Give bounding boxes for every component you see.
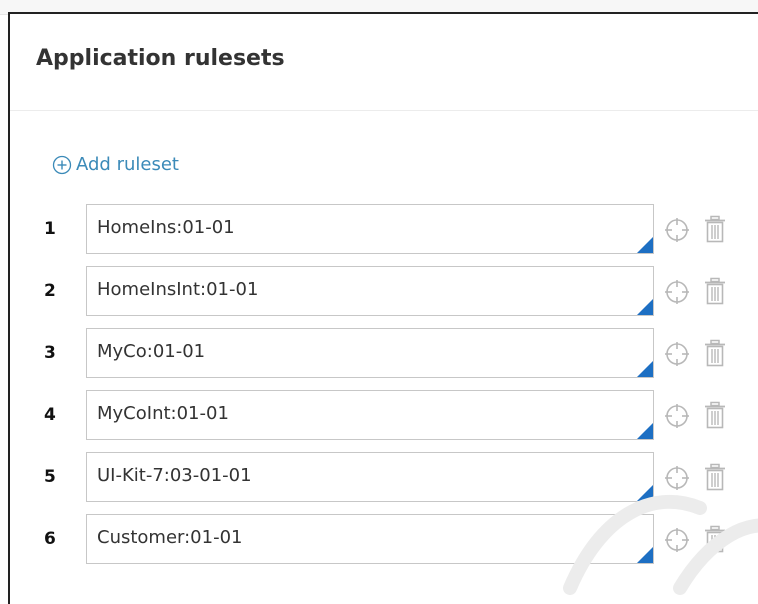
crosshair-icon[interactable] bbox=[664, 403, 690, 429]
dropdown-corner-icon[interactable] bbox=[637, 485, 653, 501]
dropdown-corner-icon[interactable] bbox=[637, 361, 653, 377]
ruleset-index: 1 bbox=[44, 219, 56, 239]
crosshair-icon[interactable] bbox=[664, 341, 690, 367]
ruleset-row: 5 UI-Kit-7:03-01-01 bbox=[44, 450, 744, 504]
ruleset-index: 4 bbox=[44, 405, 56, 425]
ruleset-value: MyCo:01-01 bbox=[97, 341, 206, 362]
ruleset-value: Customer:01-01 bbox=[97, 527, 243, 548]
ruleset-index: 3 bbox=[44, 343, 56, 363]
add-ruleset-button[interactable]: Add ruleset bbox=[52, 154, 179, 175]
trash-icon[interactable] bbox=[704, 277, 726, 305]
add-ruleset-label: Add ruleset bbox=[76, 154, 179, 175]
trash-icon[interactable] bbox=[704, 215, 726, 243]
crosshair-icon[interactable] bbox=[664, 465, 690, 491]
crosshair-icon[interactable] bbox=[664, 217, 690, 243]
ruleset-row: 1 HomeIns:01-01 bbox=[44, 202, 744, 256]
trash-icon[interactable] bbox=[704, 463, 726, 491]
panel-header: Application rulesets bbox=[10, 14, 758, 111]
dropdown-corner-icon[interactable] bbox=[637, 423, 653, 439]
ruleset-input[interactable]: UI-Kit-7:03-01-01 bbox=[86, 452, 654, 502]
ruleset-row: 6 Customer:01-01 bbox=[44, 512, 744, 566]
ruleset-input[interactable]: HomeIns:01-01 bbox=[86, 204, 654, 254]
ruleset-row: 2 HomeInsInt:01-01 bbox=[44, 264, 744, 318]
ruleset-index: 5 bbox=[44, 467, 56, 487]
ruleset-input[interactable]: HomeInsInt:01-01 bbox=[86, 266, 654, 316]
ruleset-input[interactable]: Customer:01-01 bbox=[86, 514, 654, 564]
trash-icon[interactable] bbox=[704, 339, 726, 367]
screenshot-frame: Application rulesets Add ruleset 1 HomeI… bbox=[0, 0, 758, 604]
ruleset-value: HomeIns:01-01 bbox=[97, 217, 235, 238]
crosshair-icon[interactable] bbox=[664, 279, 690, 305]
panel-title: Application rulesets bbox=[36, 46, 285, 71]
application-rulesets-panel: Application rulesets Add ruleset 1 HomeI… bbox=[8, 12, 758, 604]
ruleset-row: 4 MyCoInt:01-01 bbox=[44, 388, 744, 442]
trash-icon[interactable] bbox=[704, 401, 726, 429]
ruleset-input[interactable]: MyCoInt:01-01 bbox=[86, 390, 654, 440]
ruleset-index: 2 bbox=[44, 281, 56, 301]
ruleset-value: HomeInsInt:01-01 bbox=[97, 279, 259, 300]
plus-circle-icon bbox=[52, 155, 72, 174]
ruleset-index: 6 bbox=[44, 529, 56, 549]
dropdown-corner-icon[interactable] bbox=[637, 299, 653, 315]
ruleset-value: UI-Kit-7:03-01-01 bbox=[97, 465, 252, 486]
ruleset-input[interactable]: MyCo:01-01 bbox=[86, 328, 654, 378]
ruleset-value: MyCoInt:01-01 bbox=[97, 403, 229, 424]
crosshair-icon[interactable] bbox=[664, 527, 690, 553]
dropdown-corner-icon[interactable] bbox=[637, 237, 653, 253]
dropdown-corner-icon[interactable] bbox=[637, 547, 653, 563]
trash-icon[interactable] bbox=[704, 525, 726, 553]
ruleset-row: 3 MyCo:01-01 bbox=[44, 326, 744, 380]
